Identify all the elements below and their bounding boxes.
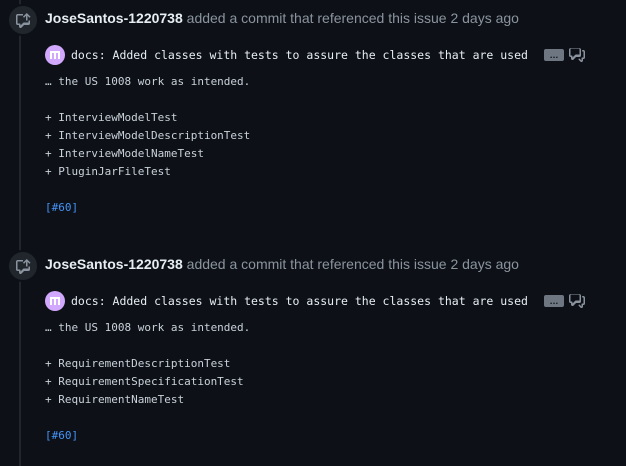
commit-body-item: + RequirementSpecificationTest bbox=[45, 375, 244, 388]
commit-row: docs: Added classes with tests to assure… bbox=[45, 290, 585, 312]
commit-body-item: + PluginJarFileTest bbox=[45, 165, 171, 178]
avatar-icon[interactable] bbox=[45, 45, 65, 65]
commit-body-continuation: … the US 1008 work as intended. bbox=[45, 321, 251, 334]
event-header: JoseSantos-1220738 added a commit that r… bbox=[45, 8, 519, 28]
commit-body-item: + RequirementDescriptionTest bbox=[45, 357, 231, 370]
commit-message-link[interactable]: docs: Added classes with tests to assure… bbox=[71, 294, 534, 308]
author-link[interactable]: JoseSantos-1220738 bbox=[45, 10, 183, 26]
commit-body-item: + InterviewModelNameTest bbox=[45, 147, 204, 160]
expand-commit-button[interactable]: … bbox=[544, 49, 564, 61]
event-action-text: added a commit that referenced this issu… bbox=[186, 256, 519, 272]
expand-commit-button[interactable]: … bbox=[544, 295, 564, 307]
commit-message-link[interactable]: docs: Added classes with tests to assure… bbox=[71, 48, 534, 62]
event-header: JoseSantos-1220738 added a commit that r… bbox=[45, 254, 519, 274]
timeline-line bbox=[19, 0, 21, 466]
commit-body-item: + InterviewModelDescriptionTest bbox=[45, 129, 251, 142]
issue-reference-link[interactable]: [#60] bbox=[45, 199, 78, 217]
event-action-text: added a commit that referenced this issu… bbox=[186, 10, 519, 26]
comment-discussion-icon[interactable] bbox=[569, 47, 585, 63]
commit-body-item: + InterviewModelTest bbox=[45, 111, 178, 124]
commit-body-continuation: … the US 1008 work as intended. bbox=[45, 75, 251, 88]
cross-reference-icon bbox=[7, 4, 39, 36]
issue-reference-link[interactable]: [#60] bbox=[45, 427, 78, 445]
commit-row: docs: Added classes with tests to assure… bbox=[45, 44, 585, 66]
avatar-icon[interactable] bbox=[45, 291, 65, 311]
author-link[interactable]: JoseSantos-1220738 bbox=[45, 256, 183, 272]
comment-discussion-icon[interactable] bbox=[569, 293, 585, 309]
commit-body-item: + RequirementNameTest bbox=[45, 393, 185, 406]
cross-reference-icon bbox=[7, 250, 39, 282]
